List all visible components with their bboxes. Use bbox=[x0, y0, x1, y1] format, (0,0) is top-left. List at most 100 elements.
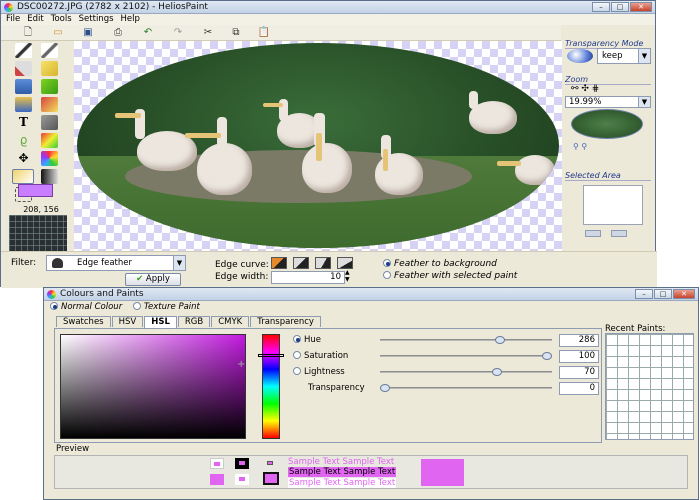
menu-help[interactable]: Help bbox=[121, 14, 140, 25]
palette-grid[interactable] bbox=[9, 215, 67, 252]
copy-icon[interactable]: ⧉ bbox=[229, 27, 243, 39]
tab-cmyk[interactable]: CMYK bbox=[211, 316, 250, 327]
menu-tools[interactable]: Tools bbox=[51, 14, 72, 25]
saturation-value-input[interactable]: 100 bbox=[559, 350, 599, 363]
undo-icon[interactable]: ↶ bbox=[141, 27, 155, 39]
redo-icon[interactable]: ↷ bbox=[171, 27, 185, 39]
highlighter-tool-icon[interactable] bbox=[41, 79, 58, 94]
tab-hsl[interactable]: HSL bbox=[144, 316, 177, 328]
transparency-slider-thumb[interactable] bbox=[380, 384, 390, 392]
edge-curve-option-3[interactable] bbox=[315, 257, 331, 269]
gradient-tool-icon[interactable] bbox=[12, 169, 34, 184]
lightness-radio[interactable] bbox=[293, 367, 301, 375]
transparency-slider-track[interactable] bbox=[380, 387, 552, 389]
selection-mode-panel[interactable] bbox=[583, 185, 643, 225]
minimize-button[interactable]: – bbox=[592, 2, 610, 12]
preview-swatch-outlined bbox=[263, 472, 279, 485]
lightness-value-input[interactable]: 70 bbox=[559, 366, 599, 379]
edge-curve-option-2[interactable] bbox=[293, 257, 309, 269]
saturation-slider-thumb[interactable] bbox=[542, 352, 552, 360]
hue-slider-track[interactable] bbox=[380, 339, 552, 341]
normal-colour-option[interactable]: Normal Colour bbox=[50, 302, 122, 312]
sample-text-on-white: Sample Text Sample Text bbox=[288, 478, 397, 488]
edge-width-spinner[interactable]: ▲ ▼ bbox=[345, 269, 350, 283]
feather-background-radio[interactable] bbox=[383, 259, 391, 267]
feather-selected-option[interactable]: Feather with selected paint bbox=[383, 271, 517, 281]
color-wheel-tool-icon[interactable] bbox=[41, 151, 58, 166]
filter-label: Filter: bbox=[11, 258, 37, 268]
texture-paint-option[interactable]: Texture Paint bbox=[132, 302, 200, 312]
color-picker-tool-icon[interactable] bbox=[41, 133, 58, 148]
tab-swatches[interactable]: Swatches bbox=[56, 316, 111, 327]
lightness-slider-track[interactable] bbox=[380, 371, 552, 373]
saturation-radio[interactable] bbox=[293, 351, 301, 359]
edge-curve-option-1[interactable] bbox=[271, 257, 287, 269]
paint-mode-row: Normal Colour Texture Paint bbox=[50, 302, 200, 312]
menu-file[interactable]: File bbox=[6, 14, 20, 25]
recent-paints-grid[interactable] bbox=[605, 333, 694, 440]
normal-colour-radio[interactable] bbox=[50, 302, 58, 310]
hue-marker[interactable] bbox=[258, 354, 284, 357]
transparency-mode-select[interactable]: keep ▼ bbox=[597, 48, 651, 64]
menu-edit[interactable]: Edit bbox=[27, 14, 43, 25]
maximize-button[interactable]: □ bbox=[654, 289, 672, 299]
filter-select[interactable]: Edge feather ▼ bbox=[46, 255, 186, 271]
save-icon[interactable]: ▣ bbox=[81, 27, 95, 39]
saturation-slider-track[interactable] bbox=[380, 355, 552, 357]
hue-radio[interactable] bbox=[293, 335, 301, 343]
feather-selected-radio[interactable] bbox=[383, 271, 391, 279]
cut-icon[interactable]: ✂ bbox=[201, 27, 215, 39]
pencil-tool-icon[interactable] bbox=[15, 43, 32, 58]
transparency-label: Transparency bbox=[308, 383, 365, 393]
minimize-button[interactable]: – bbox=[635, 289, 653, 299]
colour-tabs: Swatches HSV HSL RGB CMYK Transparency bbox=[56, 316, 322, 328]
tab-rgb[interactable]: RGB bbox=[177, 316, 211, 327]
maximize-button[interactable]: □ bbox=[611, 2, 629, 12]
print-icon[interactable]: ⎙ bbox=[111, 27, 125, 39]
hue-value-input[interactable]: 286 bbox=[559, 334, 599, 347]
saturation-lightness-picker[interactable]: + bbox=[60, 334, 246, 439]
edge-curve-option-4[interactable] bbox=[337, 257, 353, 269]
zoom-tools-icon[interactable]: ⚯ ✣ ⋕ bbox=[571, 84, 599, 94]
tab-transparency[interactable]: Transparency bbox=[250, 316, 321, 327]
menu-settings[interactable]: Settings bbox=[79, 14, 114, 25]
close-button[interactable]: ✕ bbox=[673, 289, 695, 299]
edge-width-input[interactable]: 10 bbox=[271, 271, 345, 284]
stamp-tool-icon[interactable] bbox=[41, 115, 58, 130]
zoom-level-select[interactable]: 19.99% ▼ bbox=[565, 96, 651, 108]
tab-hsv[interactable]: HSV bbox=[111, 316, 144, 327]
colours-title-bar[interactable]: Colours and Paints – □ ✕ bbox=[44, 288, 698, 301]
bucket-tool-icon[interactable] bbox=[41, 97, 58, 112]
paste-icon[interactable]: 📋 bbox=[257, 27, 271, 39]
main-title-bar[interactable]: DSC00272.JPG (2782 x 2102) - HeliosPaint… bbox=[1, 1, 655, 14]
image-canvas[interactable] bbox=[74, 41, 562, 251]
feather-background-option[interactable]: Feather to background bbox=[383, 259, 497, 269]
transparency-value-input[interactable]: 0 bbox=[559, 382, 599, 395]
new-file-icon[interactable]: 🗋 bbox=[21, 27, 35, 39]
hue-slider-thumb[interactable] bbox=[495, 336, 506, 344]
preview-swatch-fill bbox=[210, 474, 224, 485]
texture-paint-radio[interactable] bbox=[132, 302, 141, 310]
zoom-slider-icons[interactable]: ⚲ ⚲ bbox=[573, 142, 587, 151]
text-tool-icon[interactable]: T bbox=[15, 115, 32, 130]
apply-button[interactable]: ✔ Apply bbox=[125, 273, 181, 286]
shapes-tool-icon[interactable] bbox=[15, 97, 32, 112]
selection-button-2[interactable] bbox=[611, 230, 627, 237]
lasso-tool-icon[interactable]: ϱ bbox=[15, 133, 32, 148]
move-tool-icon[interactable]: ✥ bbox=[15, 151, 32, 166]
current-paint-swatch[interactable] bbox=[18, 184, 53, 197]
close-button[interactable]: ✕ bbox=[630, 2, 652, 12]
airbrush-tool-icon[interactable] bbox=[15, 61, 32, 76]
preview-label: Preview bbox=[56, 444, 90, 454]
fill-tool-icon[interactable] bbox=[15, 79, 32, 94]
blend-tool-icon[interactable] bbox=[41, 169, 58, 184]
hue-strip[interactable] bbox=[262, 334, 280, 439]
brush-tool-icon[interactable] bbox=[41, 43, 58, 58]
lightness-slider-thumb[interactable] bbox=[491, 368, 502, 376]
eraser-tool-icon[interactable] bbox=[41, 61, 58, 76]
navigator-thumbnail[interactable] bbox=[571, 109, 643, 139]
preview-swatch-black bbox=[235, 458, 249, 469]
open-folder-icon[interactable]: ▭ bbox=[51, 27, 65, 39]
filter-bar: Filter: Edge feather ▼ ✔ Apply Edge curv… bbox=[1, 251, 657, 288]
selection-button-1[interactable] bbox=[585, 230, 601, 237]
